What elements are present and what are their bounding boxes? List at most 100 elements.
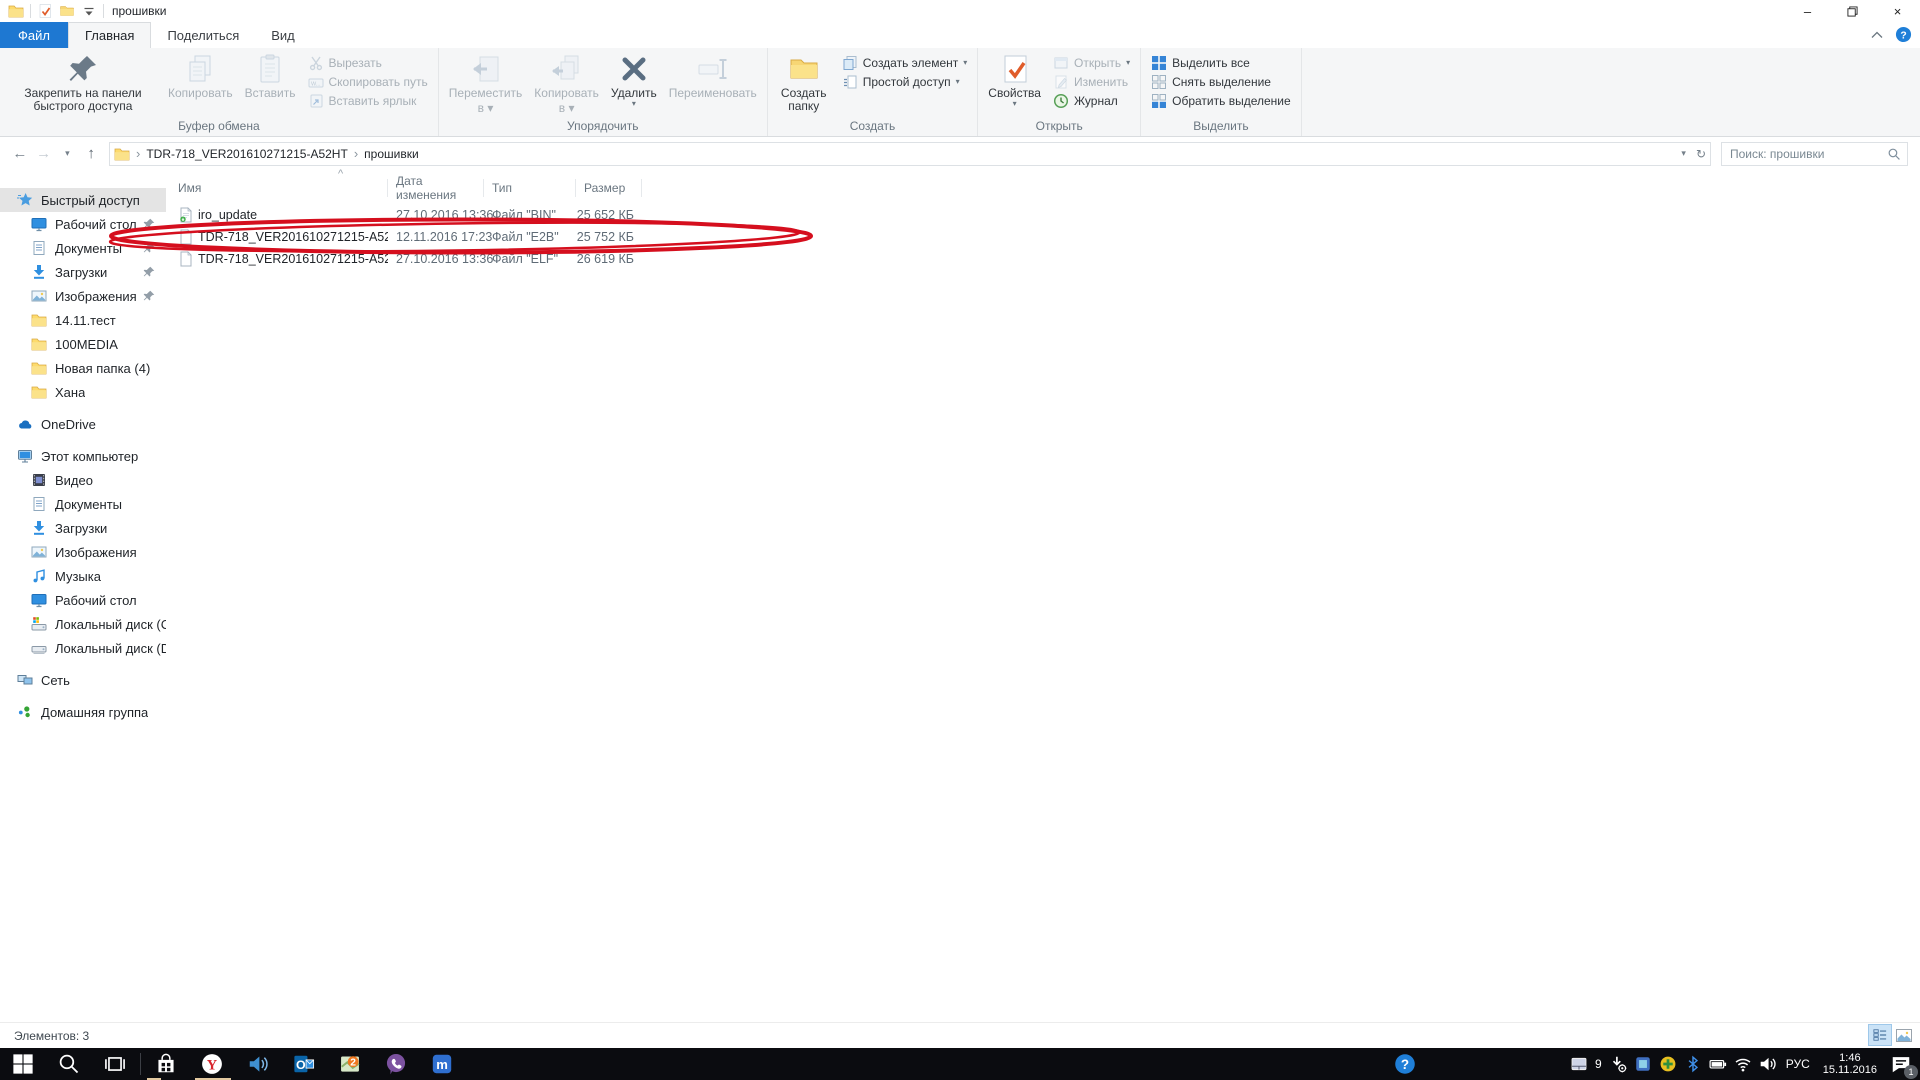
sidebar-item-folder-new-folder-4[interactable]: Новая папка (4) xyxy=(0,356,166,380)
column-header-1[interactable]: Дата изменения xyxy=(388,179,484,197)
rename-button[interactable]: Переименовать xyxy=(663,50,763,101)
refresh-icon[interactable]: ↻ xyxy=(1696,147,1706,161)
details-view-button[interactable] xyxy=(1868,1024,1892,1046)
easy-access-button[interactable]: Простой доступ▾ xyxy=(836,72,974,91)
sidebar-item-this-pc[interactable]: Этот компьютер xyxy=(0,444,166,468)
copy-path-button[interactable]: W...Скопировать путь xyxy=(302,72,434,91)
qat-customize-icon[interactable] xyxy=(81,3,97,19)
qat-new-folder-icon[interactable] xyxy=(59,3,75,19)
column-header-0[interactable]: Имя xyxy=(178,179,388,197)
volume-icon[interactable] xyxy=(1759,1055,1777,1073)
maxthon-app[interactable]: m xyxy=(419,1048,465,1080)
recent-locations-icon[interactable]: ▾ xyxy=(56,148,80,159)
sidebar-item-music[interactable]: Музыка xyxy=(0,564,166,588)
sidebar-item-folder-14-11-test[interactable]: 14.11.тест xyxy=(0,308,166,332)
copy-to-button[interactable]: Копироватьв ▾ xyxy=(528,50,605,116)
sidebar-item-folder-100media[interactable]: 100MEDIA xyxy=(0,332,166,356)
select-all-button[interactable]: Выделить все xyxy=(1145,53,1297,72)
volume-app[interactable] xyxy=(235,1048,281,1080)
deselect-button[interactable]: Снять выделение xyxy=(1145,72,1297,91)
sidebar-item-homegroup[interactable]: Домашняя группа xyxy=(0,700,166,724)
address-dropdown-icon[interactable]: ▾ xyxy=(1681,148,1686,159)
bluetooth-icon[interactable] xyxy=(1684,1055,1702,1073)
tab-главная[interactable]: Главная xyxy=(68,22,151,48)
new-item-button[interactable]: Создать элемент▾ xyxy=(836,53,974,72)
sidebar-item-downloads-2[interactable]: Загрузки xyxy=(0,516,166,540)
history-button[interactable]: Журнал xyxy=(1047,91,1136,110)
sidebar-item-network[interactable]: Сеть xyxy=(0,668,166,692)
invert-selection-button[interactable]: Обратить выделение xyxy=(1145,91,1297,110)
app-tray-icon[interactable] xyxy=(1634,1055,1652,1073)
tab-поделиться[interactable]: Поделиться xyxy=(151,22,255,48)
column-header-2[interactable]: Тип xyxy=(484,179,576,197)
open-button[interactable]: Открыть▾ xyxy=(1047,53,1136,72)
qat-properties-icon[interactable] xyxy=(37,3,53,19)
tray-count[interactable]: 9 xyxy=(1595,1057,1602,1071)
svg-text:2: 2 xyxy=(350,1057,356,1068)
svg-text:W...: W... xyxy=(311,81,321,87)
delete-button[interactable]: Удалить▾ xyxy=(605,50,663,109)
copy-button[interactable]: Копировать xyxy=(162,50,239,101)
properties-button[interactable]: Свойства▾ xyxy=(982,50,1047,109)
restore-button[interactable] xyxy=(1830,0,1875,22)
cut-button[interactable]: Вырезать xyxy=(302,53,434,72)
antivirus-tray-icon[interactable] xyxy=(1659,1055,1677,1073)
up-button[interactable]: ↑ xyxy=(79,145,103,162)
sidebar-item-quick-access[interactable]: Быстрый доступ xyxy=(0,188,166,212)
sidebar-item-local-disk-c[interactable]: Локальный диск (C xyxy=(0,612,166,636)
breadcrumb-item-parent[interactable]: TDR-718_VER201610271215-A52HT xyxy=(146,147,347,161)
forward-button[interactable]: → xyxy=(32,145,56,162)
battery-icon[interactable] xyxy=(1709,1055,1727,1073)
breadcrumb[interactable]: › TDR-718_VER201610271215-A52HT › прошив… xyxy=(109,142,1711,166)
search-icon[interactable] xyxy=(1887,147,1901,161)
collapse-ribbon-icon[interactable] xyxy=(1871,31,1883,39)
close-button[interactable]: × xyxy=(1875,0,1920,22)
language-indicator[interactable]: РУС xyxy=(1786,1057,1810,1071)
task-view-button[interactable] xyxy=(92,1048,138,1080)
get-help-app[interactable]: ? xyxy=(1382,1048,1428,1080)
help-ribbon-icon[interactable]: ? xyxy=(1895,26,1912,43)
sidebar-item-folder-khana[interactable]: Хана xyxy=(0,380,166,404)
sidebar-item-downloads[interactable]: Загрузки xyxy=(0,260,166,284)
file-row[interactable]: iro_update27.10.2016 13:36Файл "BIN"25 6… xyxy=(178,204,642,226)
yandex-browser-app[interactable]: Y xyxy=(189,1048,235,1080)
search-input[interactable] xyxy=(1728,146,1887,162)
action-center-button[interactable]: 1 xyxy=(1888,1051,1914,1077)
minimize-button[interactable]: – xyxy=(1785,0,1830,22)
sidebar-item-pictures[interactable]: Изображения xyxy=(0,284,166,308)
maps-2gis-app[interactable]: 2 xyxy=(327,1048,373,1080)
paste-shortcut-button[interactable]: Вставить ярлык xyxy=(302,91,434,110)
sidebar-item-pictures-2[interactable]: Изображения xyxy=(0,540,166,564)
sidebar-item-documents[interactable]: Документы xyxy=(0,236,166,260)
sidebar-item-documents-2[interactable]: Документы xyxy=(0,492,166,516)
touchpad-tray-icon[interactable] xyxy=(1570,1055,1588,1073)
column-header-3[interactable]: Размер xyxy=(576,179,642,197)
new-folder-button[interactable]: Создать папку xyxy=(772,50,836,114)
update-tray-icon[interactable] xyxy=(1609,1055,1627,1073)
breadcrumb-item-current[interactable]: прошивки xyxy=(364,147,419,161)
start-button[interactable] xyxy=(0,1048,46,1080)
pictures-icon xyxy=(31,288,47,304)
thumbnails-view-button[interactable] xyxy=(1892,1024,1916,1046)
tab-вид[interactable]: Вид xyxy=(255,22,311,48)
sidebar-item-videos[interactable]: Видео xyxy=(0,468,166,492)
tab-file[interactable]: Файл xyxy=(0,22,68,48)
sidebar-item-onedrive[interactable]: OneDrive xyxy=(0,412,166,436)
viber-app[interactable] xyxy=(373,1048,419,1080)
clock[interactable]: 1:46 15.11.2016 xyxy=(1823,1052,1877,1076)
wifi-icon[interactable] xyxy=(1734,1055,1752,1073)
outlook-app[interactable]: O xyxy=(281,1048,327,1080)
pin-to-quick-access-button[interactable]: Закрепить на панели быстрого доступа xyxy=(4,50,162,114)
back-button[interactable]: ← xyxy=(8,145,32,162)
taskbar-search-button[interactable] xyxy=(46,1048,92,1080)
file-row[interactable]: TDR-718_VER201610271215-A52HT.e2b12.11.2… xyxy=(178,226,642,248)
sidebar-item-local-disk-d[interactable]: Локальный диск (D xyxy=(0,636,166,660)
store-app[interactable] xyxy=(143,1048,189,1080)
paste-button[interactable]: Вставить xyxy=(239,50,302,101)
file-row[interactable]: TDR-718_VER201610271215-A52HT.elf27.10.2… xyxy=(178,248,642,270)
move-to-button[interactable]: Переместитьв ▾ xyxy=(443,50,529,116)
edit-button[interactable]: Изменить xyxy=(1047,72,1136,91)
sidebar-item-desktop-2[interactable]: Рабочий стол xyxy=(0,588,166,612)
sidebar-item-desktop[interactable]: Рабочий стол xyxy=(0,212,166,236)
app-folder-icon xyxy=(8,3,24,19)
